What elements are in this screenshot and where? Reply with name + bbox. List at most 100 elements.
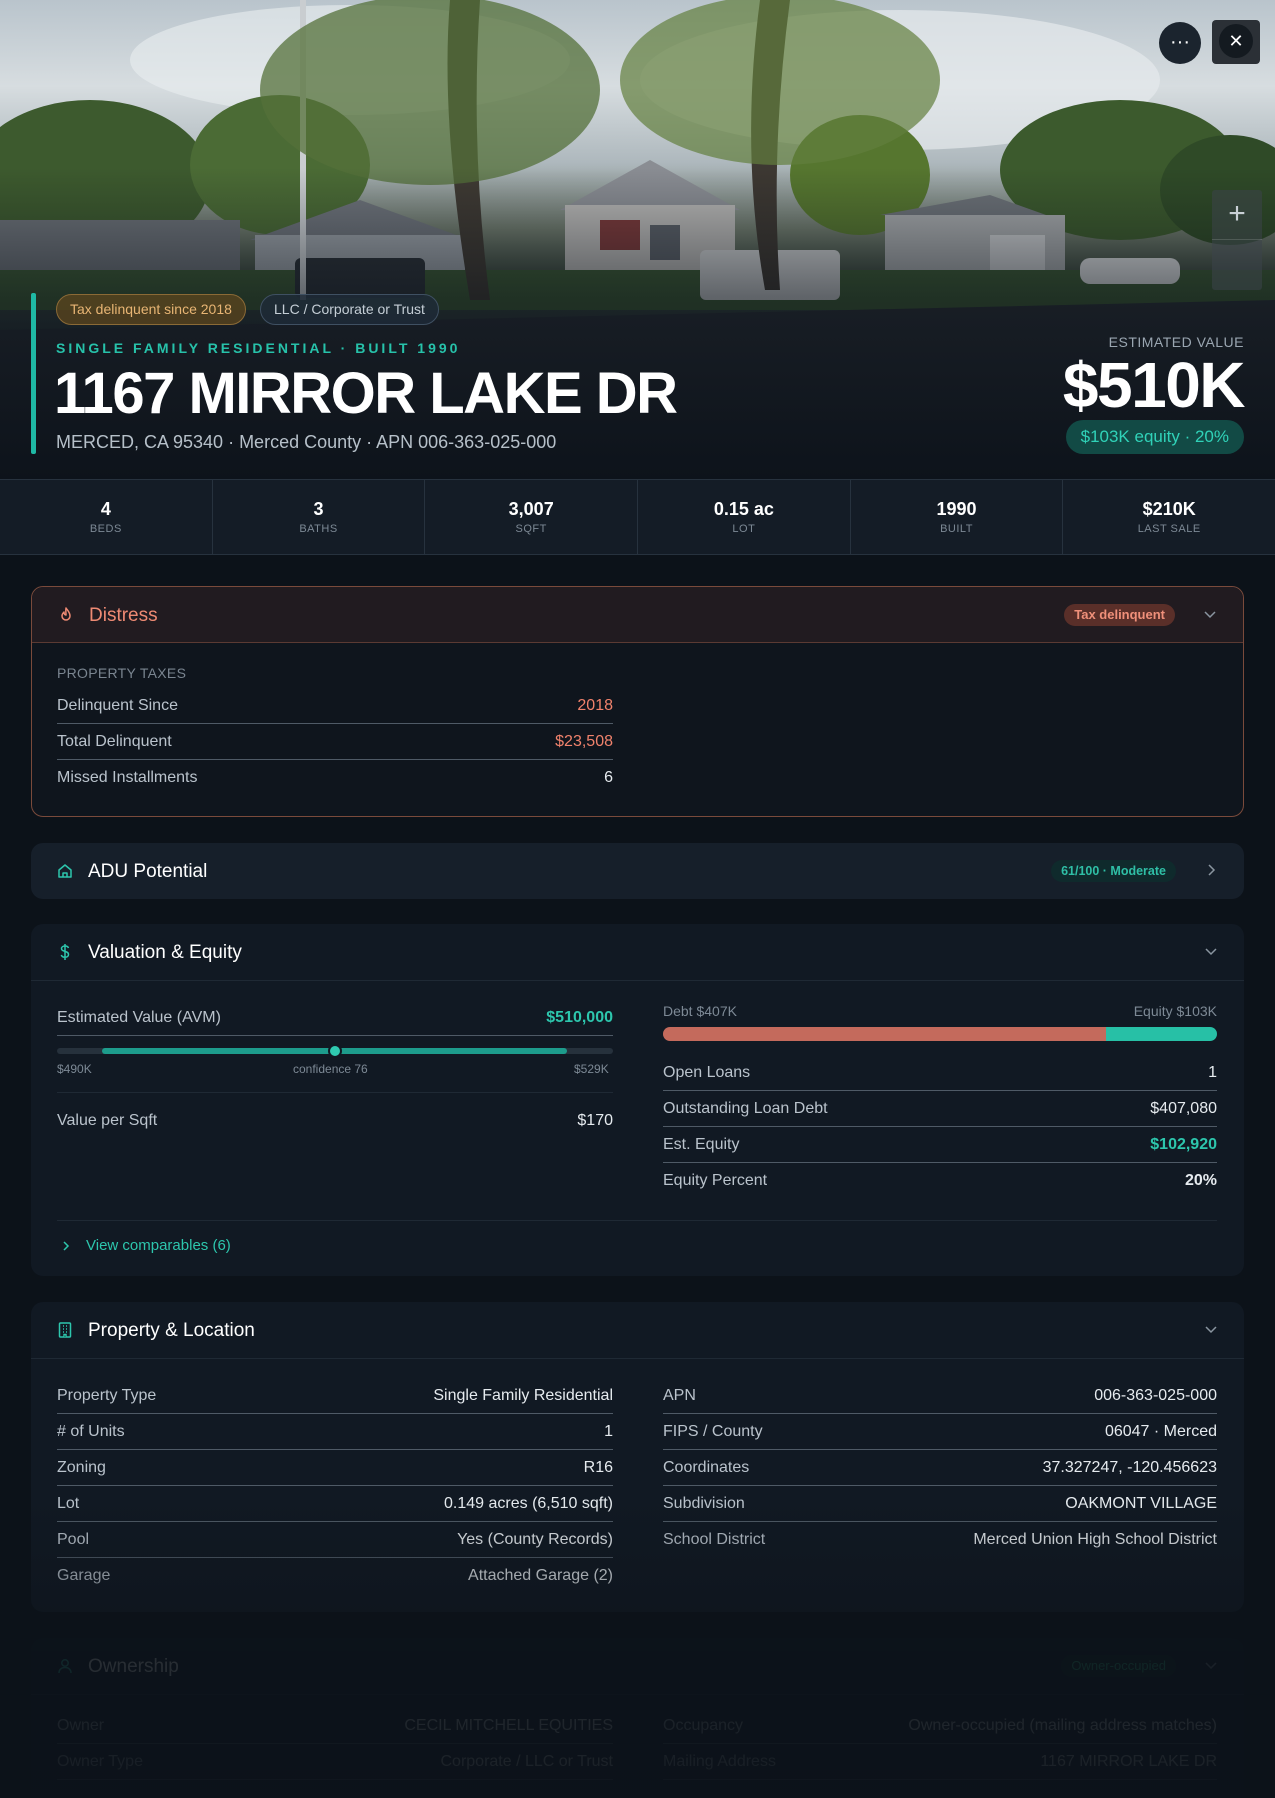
table-row: School District Merced Union High School… xyxy=(663,1522,1217,1558)
row-value: Single Family Residential xyxy=(433,1387,613,1404)
flame-icon xyxy=(61,607,71,621)
row-label: School District xyxy=(663,1531,766,1548)
map-zoom-control: + xyxy=(1212,190,1262,290)
row-value: 1 xyxy=(604,1423,613,1440)
row-value: 0.149 acres (6,510 sqft) xyxy=(444,1495,613,1512)
row-value: $407,080 xyxy=(1150,1100,1217,1117)
ownership-header[interactable]: Ownership Owner-occupied xyxy=(31,1638,1244,1695)
row-label: Value per Sqft xyxy=(57,1112,158,1129)
chevron-down-icon[interactable] xyxy=(1203,1321,1219,1337)
adu-header[interactable]: ADU Potential 61/100 · Moderate xyxy=(31,843,1244,900)
table-row: Value per Sqft $170 xyxy=(57,1103,613,1139)
confidence-label: confidence 76 xyxy=(293,1062,368,1076)
table-row: Missed Installments 6 xyxy=(57,760,613,796)
zoom-out-button[interactable] xyxy=(1212,240,1262,289)
row-value: 2018 xyxy=(577,697,613,714)
valuation-header[interactable]: Valuation & Equity xyxy=(31,924,1244,981)
stat-baths: 3 BATHS xyxy=(213,480,426,554)
debt-label: Debt $407K xyxy=(663,1003,737,1019)
row-label: Occupancy xyxy=(663,1717,744,1734)
property-title: Property & Location xyxy=(88,1320,255,1341)
row-label: Outstanding Loan Debt xyxy=(663,1100,828,1117)
row-label: Coordinates xyxy=(663,1459,750,1476)
property-taxes-label: PROPERTY TAXES xyxy=(57,665,187,681)
ownership-title: Ownership xyxy=(88,1656,179,1677)
range-high: $529K xyxy=(574,1062,609,1076)
stat-label: LOT xyxy=(732,523,756,535)
row-value: R16 xyxy=(583,1459,613,1476)
chevron-right-icon[interactable] xyxy=(60,1240,72,1252)
row-value: Attached Garage (2) xyxy=(468,1567,613,1584)
owner-type-badge: LLC / Corporate or Trust xyxy=(260,294,439,325)
row-value: Merced Union High School District xyxy=(973,1531,1217,1548)
chevron-right-icon[interactable] xyxy=(1203,862,1219,878)
avm-estimate-marker xyxy=(328,1044,342,1058)
table-row: Occupancy Owner-occupied (mailing addres… xyxy=(663,1708,1217,1744)
stat-value: $210K xyxy=(1142,499,1196,519)
row-value: 20% xyxy=(1184,1172,1217,1189)
stat-beds: 4 BEDS xyxy=(0,480,213,554)
table-row: Subdivision OAKMONT VILLAGE xyxy=(663,1486,1217,1522)
ownership-panel: Ownership Owner-occupied Owner CECIL MIT… xyxy=(31,1638,1244,1798)
row-value: $23,508 xyxy=(555,733,613,750)
range-low: $490K xyxy=(57,1062,92,1076)
table-row: Equity Percent 20% xyxy=(663,1163,1217,1199)
valuation-title: Valuation & Equity xyxy=(88,942,242,963)
stat-label: LAST SALE xyxy=(1137,523,1201,535)
row-label: Open Loans xyxy=(663,1064,751,1081)
row-value: CECIL MITCHELL EQUITIES xyxy=(404,1717,613,1734)
property-stats-bar: 4 BEDS 3 BATHS 3,007 SQFT 0.15 ac LOT 19… xyxy=(0,479,1275,555)
stat-value: 0.15 ac xyxy=(713,499,774,519)
row-label: Zoning xyxy=(57,1459,106,1476)
row-label: Est. Equity xyxy=(663,1136,740,1153)
view-comparables-link[interactable]: View comparables (6) xyxy=(86,1237,231,1254)
divider xyxy=(57,1092,613,1093)
close-button[interactable]: ✕ xyxy=(1212,20,1260,64)
stat-sqft: 3,007 SQFT xyxy=(425,480,639,554)
property-header[interactable]: Property & Location xyxy=(31,1302,1244,1359)
row-value: 37.327247, -120.456623 xyxy=(1042,1459,1217,1476)
stat-value: 1990 xyxy=(936,499,977,519)
adu-score-badge: 61/100 · Moderate xyxy=(1051,860,1176,882)
divider xyxy=(57,1220,1217,1221)
stat-label: BUILT xyxy=(940,523,973,535)
row-value: 06047 · Merced xyxy=(1104,1423,1217,1440)
row-value: 6 xyxy=(604,769,613,786)
table-row: Est. Equity $102,920 xyxy=(663,1127,1217,1163)
row-value: Yes (County Records) xyxy=(457,1531,613,1548)
row-value: 006-363-025-000 xyxy=(1094,1387,1217,1404)
chevron-down-icon[interactable] xyxy=(1203,1657,1219,1673)
row-value: OAKMONT VILLAGE xyxy=(1065,1495,1217,1512)
avm-range-bar xyxy=(57,1044,613,1058)
hero-accent-bar xyxy=(31,293,36,454)
distress-header[interactable]: Distress Tax delinquent xyxy=(32,587,1243,643)
adu-potential-panel[interactable]: ADU Potential 61/100 · Moderate xyxy=(31,843,1244,899)
row-label: Mailing Address xyxy=(663,1753,776,1770)
stat-label: BATHS xyxy=(299,523,338,535)
equity-segment xyxy=(1106,1027,1217,1041)
row-label: Property Type xyxy=(57,1387,157,1404)
row-label: Lot xyxy=(57,1495,80,1512)
table-row: Zoning R16 xyxy=(57,1450,613,1486)
adu-title: ADU Potential xyxy=(88,861,208,882)
row-label: Garage xyxy=(57,1567,111,1584)
stat-built: 1990 BUILT xyxy=(851,480,1064,554)
dollar-icon xyxy=(60,944,70,960)
row-label: APN xyxy=(663,1387,696,1404)
table-row: APN 006-363-025-000 xyxy=(663,1378,1217,1414)
zoom-in-button[interactable]: + xyxy=(1212,190,1262,240)
more-options-button[interactable]: ··· xyxy=(1159,22,1201,64)
table-row: Property Type Single Family Residential xyxy=(57,1378,613,1414)
user-icon xyxy=(58,1659,72,1674)
property-subtitle: SINGLE FAMILY RESIDENTIAL · BUILT 1990 xyxy=(56,340,461,356)
table-row: Coordinates 37.327247, -120.456623 xyxy=(663,1450,1217,1486)
row-label: # of Units xyxy=(57,1423,125,1440)
row-value: $170 xyxy=(577,1112,613,1129)
tax-delinquent-badge: Tax delinquent since 2018 xyxy=(56,294,246,325)
row-value: Corporate / LLC or Trust xyxy=(440,1753,613,1770)
table-row: Owner Type Corporate / LLC or Trust xyxy=(57,1744,613,1780)
row-label: Delinquent Since xyxy=(57,697,178,714)
chevron-down-icon[interactable] xyxy=(1202,606,1218,622)
chevron-down-icon[interactable] xyxy=(1203,943,1219,959)
row-value: $510,000 xyxy=(546,1009,613,1026)
